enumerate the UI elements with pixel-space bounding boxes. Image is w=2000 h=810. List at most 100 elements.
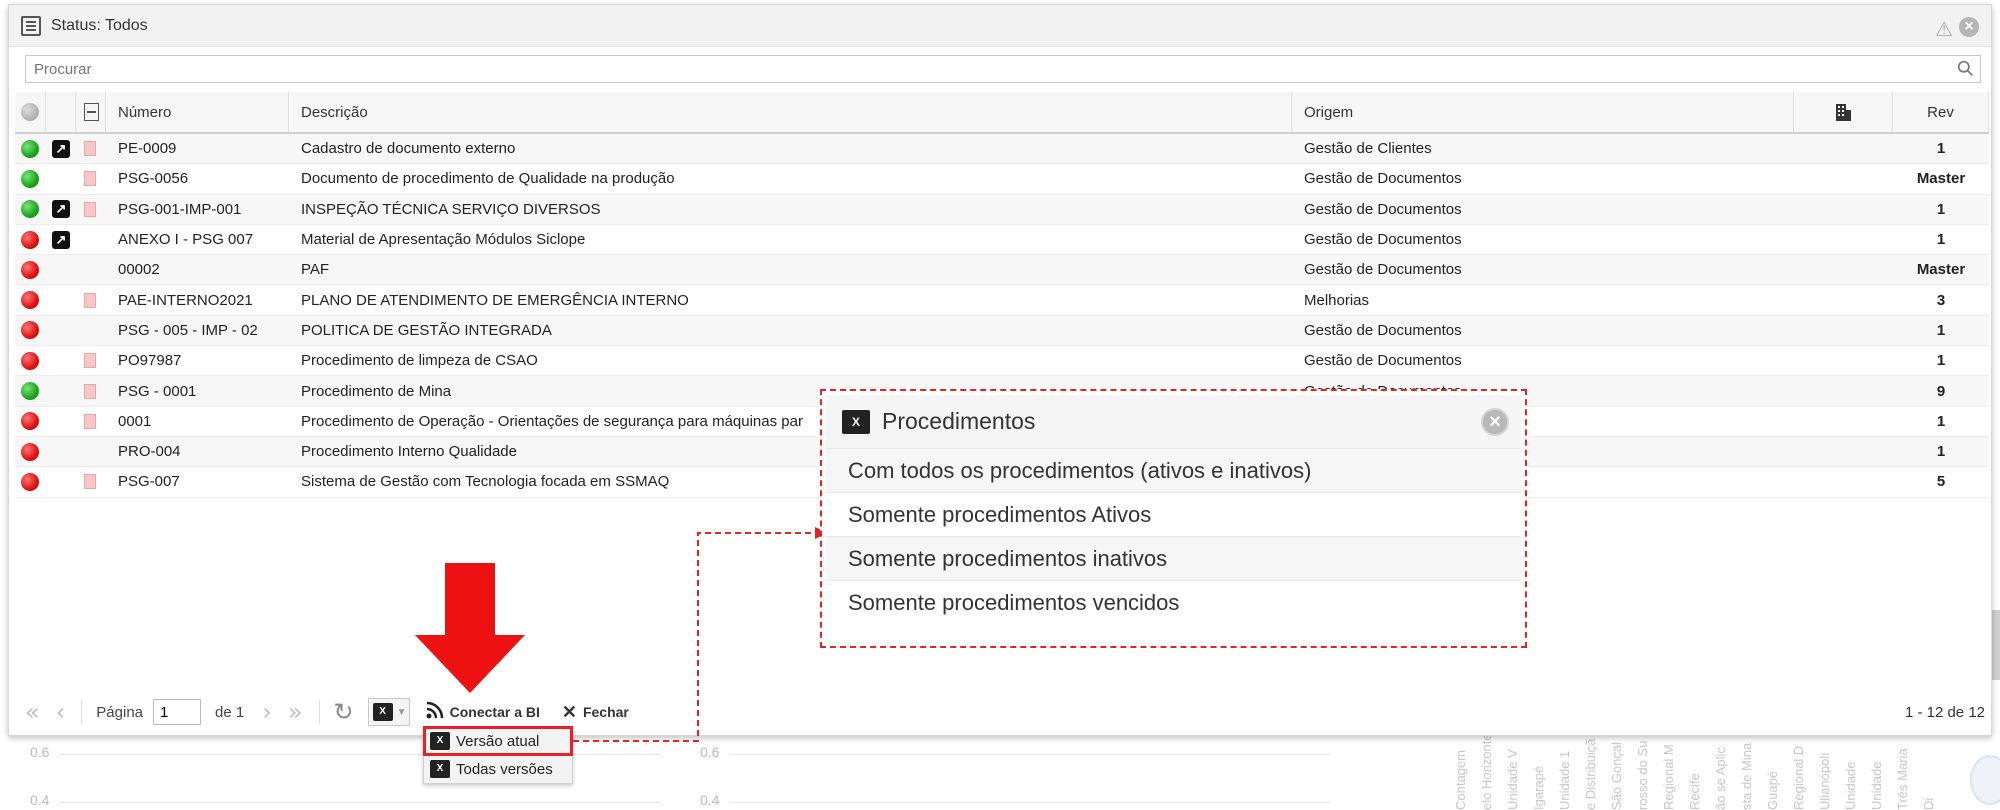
connect-bi-button[interactable]: Conectar a BI xyxy=(426,701,540,724)
last-page-icon[interactable]: » xyxy=(288,698,303,726)
origem-cell: Gestão de Documentos xyxy=(1304,200,1462,218)
pdf-cell xyxy=(76,437,106,466)
status-red-icon xyxy=(21,412,39,431)
search-input[interactable] xyxy=(26,56,1980,82)
status-cell xyxy=(15,285,46,314)
status-red-icon xyxy=(21,291,39,310)
numero-cell: PSG - 0001 xyxy=(118,382,197,400)
table-row[interactable]: ↗ PE-0009 Cadastro de documento externo Ges… xyxy=(15,134,1989,165)
table-row[interactable]: ↗ PSG-001-IMP-001 INSPEÇÃO TÉCNICA SERVIÇO… xyxy=(15,194,1989,225)
background-axis-label: Igarapé xyxy=(1531,765,1546,810)
column-rev[interactable]: Rev xyxy=(1893,92,1989,132)
rev-cell: 1 xyxy=(1936,321,1946,339)
unit-cell xyxy=(1794,134,1893,163)
origem-cell: Gestão de Documentos xyxy=(1304,261,1462,279)
close-icon[interactable]: × xyxy=(1481,408,1509,436)
table-row[interactable]: ↗ ANEXO I - PSG 007 Material de Apresentaç… xyxy=(15,225,1989,256)
column-unit[interactable] xyxy=(1794,92,1893,132)
popup-header: X Procedimentos × xyxy=(826,395,1521,449)
menu-item-current-version[interactable]: X Versão atual xyxy=(423,726,573,756)
pdf-file-icon[interactable] xyxy=(84,413,96,429)
background-axis-label: Unidade xyxy=(1869,761,1884,810)
origem-cell: Gestão de Clientes xyxy=(1304,140,1432,158)
column-numero[interactable]: Número xyxy=(106,92,289,132)
column-origem[interactable]: Origem xyxy=(1292,92,1794,132)
shortcut-arrow-icon[interactable]: ↗ xyxy=(52,230,70,249)
background-axis-label: Regional D xyxy=(1791,745,1806,810)
link-cell: ↗ xyxy=(46,225,76,254)
prev-page-icon[interactable]: ‹ xyxy=(56,698,66,726)
status-red-icon xyxy=(21,230,39,249)
background-axis-label: Ulianópoli xyxy=(1817,752,1832,810)
column-link[interactable] xyxy=(46,92,76,132)
background-chart-middle: 0.6 0.4 xyxy=(690,735,1330,810)
export-excel-button[interactable]: X ▼ xyxy=(367,698,410,726)
rev-cell: 1 xyxy=(1936,200,1946,218)
origem-cell: Melhorias xyxy=(1304,291,1370,309)
table-row[interactable]: PAE-INTERNO2021 PLANO DE ATENDIMENTO DE E… xyxy=(15,285,1989,316)
table-row[interactable]: PSG-0056 Documento de procedimento de Qua… xyxy=(15,164,1989,195)
pdf-file-icon[interactable] xyxy=(84,201,96,217)
option-all-procedures[interactable]: Com todos os procedimentos (ativos e ina… xyxy=(826,449,1521,493)
rev-cell: 1 xyxy=(1936,443,1946,461)
axis-tick: 0.6 xyxy=(30,744,50,760)
option-expired-procedures[interactable]: Somente procedimentos vencidos xyxy=(826,581,1521,625)
table-row[interactable]: PO97987 Procedimento de limpeza de CSAO Ge… xyxy=(15,346,1989,377)
unit-cell xyxy=(1794,195,1893,224)
numero-cell: PO97987 xyxy=(118,352,182,370)
pdf-cell xyxy=(76,225,106,254)
descricao-cell: Cadastro de documento externo xyxy=(301,140,516,158)
pdf-file-icon[interactable] xyxy=(84,171,96,187)
scrollbar[interactable] xyxy=(1992,610,2000,680)
refresh-icon[interactable]: ↻ xyxy=(334,698,354,726)
status-red-icon xyxy=(21,260,39,279)
annotation-arrow-icon xyxy=(415,563,525,693)
background-axis-label: Unidade V xyxy=(1505,749,1520,810)
status-header-icon xyxy=(21,103,39,121)
list-icon xyxy=(21,15,41,36)
column-pdf[interactable] xyxy=(76,92,106,132)
pdf-file-icon[interactable] xyxy=(84,292,96,308)
background-axis-label: Guapé xyxy=(1765,770,1780,810)
page-input[interactable] xyxy=(153,699,202,725)
column-status[interactable] xyxy=(15,92,46,132)
origem-cell: Gestão de Documentos xyxy=(1304,321,1462,339)
status-cell xyxy=(15,407,46,436)
search-icon[interactable] xyxy=(1957,60,1974,77)
shortcut-arrow-icon[interactable]: ↗ xyxy=(52,200,70,219)
rev-cell: 5 xyxy=(1936,473,1946,491)
descricao-cell: INSPEÇÃO TÉCNICA SERVIÇO DIVERSOS xyxy=(301,200,601,218)
descricao-cell: POLITICA DE GESTÃO INTEGRADA xyxy=(301,321,552,339)
table-row[interactable]: 00002 PAF Gestão de Documentos Master xyxy=(15,255,1989,286)
option-active-procedures[interactable]: Somente procedimentos Ativos xyxy=(826,493,1521,537)
excel-icon: X xyxy=(430,760,450,778)
close-icon[interactable]: × xyxy=(1959,17,1979,37)
background-axis-label: elo Horizonte xyxy=(1479,735,1494,810)
record-count: 1 - 12 de 12 xyxy=(1904,703,1985,721)
background-axis-label: ão se Aplic xyxy=(1713,747,1728,810)
pdf-file-icon[interactable] xyxy=(84,141,96,157)
shortcut-arrow-icon[interactable]: ↗ xyxy=(52,139,70,158)
rev-cell: 3 xyxy=(1936,291,1946,309)
pdf-cell xyxy=(76,134,106,163)
link-cell xyxy=(46,316,76,345)
rev-cell: Master xyxy=(1916,170,1966,188)
origem-cell: Gestão de Documentos xyxy=(1304,170,1462,188)
link-cell xyxy=(46,407,76,436)
table-row[interactable]: PSG - 005 - IMP - 02 POLITICA DE GESTÃO I… xyxy=(15,315,1989,347)
background-axis-label: Di xyxy=(1921,797,1936,810)
status-green-icon xyxy=(21,169,39,188)
option-inactive-procedures[interactable]: Somente procedimentos inativos xyxy=(826,537,1521,581)
pdf-file-icon[interactable] xyxy=(84,353,96,369)
next-page-icon[interactable]: › xyxy=(262,698,272,726)
warning-icon[interactable]: ⚠ xyxy=(1935,17,1953,42)
column-descricao[interactable]: Descrição xyxy=(289,92,1292,132)
descricao-cell: PAF xyxy=(301,261,330,279)
menu-item-all-versions[interactable]: X Todas versões xyxy=(424,755,572,783)
pdf-file-icon[interactable] xyxy=(84,383,96,399)
numero-cell: PE-0009 xyxy=(118,140,177,158)
first-page-icon[interactable]: « xyxy=(25,698,40,726)
descricao-cell: Documento de procedimento de Qualidade n… xyxy=(301,170,675,188)
background-axis-label: Recife xyxy=(1687,773,1702,810)
pdf-file-icon[interactable] xyxy=(84,474,96,490)
